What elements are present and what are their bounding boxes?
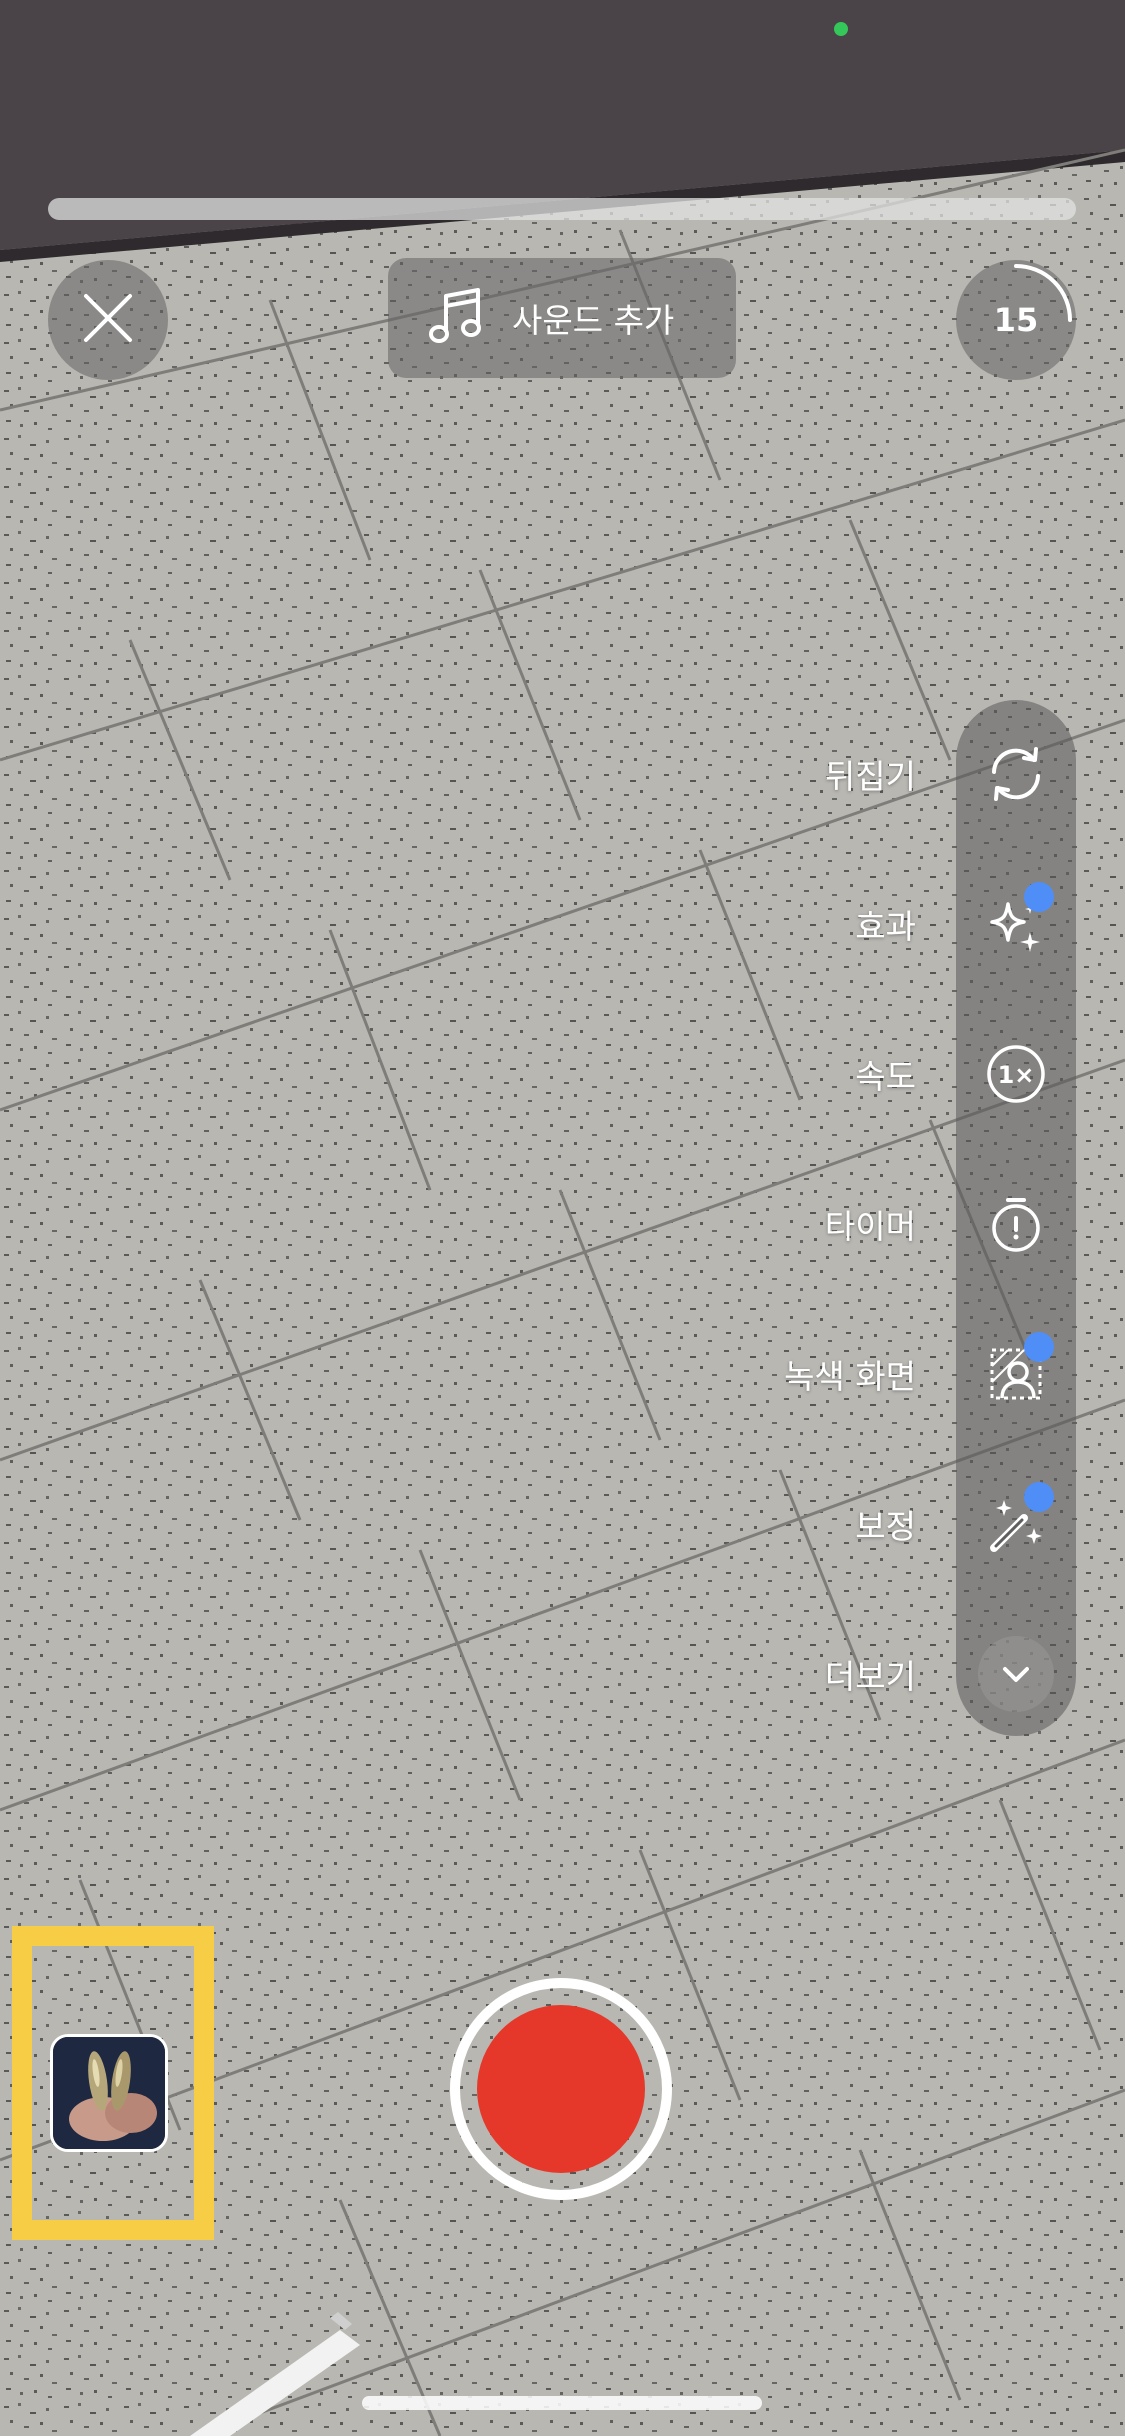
home-indicator[interactable]	[362, 2396, 762, 2410]
camera-screen: 사운드 추가 15 뒤집기 효과 속도 1× 타이머 녹색 화면 보정 더보기	[0, 0, 1125, 2436]
tool-effects-button[interactable]: 효과	[600, 874, 1076, 974]
tool-green-screen-label: 녹색 화면	[784, 1357, 916, 1396]
tool-green-screen-button[interactable]: 녹색 화면	[600, 1324, 1076, 1424]
music-note-icon	[428, 286, 484, 350]
chevron-down-icon	[978, 1636, 1054, 1712]
duration-label: 15	[993, 301, 1039, 339]
tool-more-label: 더보기	[824, 1657, 916, 1696]
tool-flip-button[interactable]: 뒤집기	[600, 724, 1076, 824]
magic-wand-icon	[970, 1478, 1062, 1570]
record-button[interactable]	[450, 1978, 672, 2200]
green-screen-icon	[970, 1328, 1062, 1420]
close-button[interactable]	[48, 260, 168, 380]
camera-in-use-indicator	[834, 22, 848, 36]
timer-icon	[970, 1178, 1062, 1270]
green-screen-new-badge	[1024, 1332, 1054, 1362]
gallery-thumbnail-image	[53, 2037, 165, 2149]
add-sound-label: 사운드 추가	[512, 301, 675, 340]
tool-effects-label: 효과	[855, 907, 916, 946]
tool-timer-button[interactable]: 타이머	[600, 1174, 1076, 1274]
duration-toggle-button[interactable]: 15	[956, 260, 1076, 380]
record-button-inner	[477, 2005, 645, 2173]
tool-flip-label: 뒤집기	[824, 757, 916, 796]
retouch-new-badge	[1024, 1482, 1054, 1512]
tool-timer-label: 타이머	[824, 1207, 916, 1246]
add-sound-button[interactable]: 사운드 추가	[388, 258, 736, 378]
sparkles-icon	[970, 878, 1062, 970]
close-icon	[80, 290, 136, 350]
tool-speed-button[interactable]: 속도 1×	[600, 1024, 1076, 1124]
more-icon-wrapper	[970, 1628, 1062, 1720]
recording-progress-bar	[48, 198, 1076, 220]
tool-retouch-label: 보정	[855, 1507, 916, 1546]
gallery-thumbnail-button[interactable]	[50, 2034, 168, 2152]
speed-1x-icon: 1×	[970, 1028, 1062, 1120]
tool-more-button[interactable]: 더보기	[600, 1624, 1076, 1724]
tool-retouch-button[interactable]: 보정	[600, 1474, 1076, 1574]
tool-speed-label: 속도	[855, 1057, 916, 1096]
flip-camera-icon	[970, 728, 1062, 820]
effects-new-badge	[1024, 882, 1054, 912]
svg-text:1×: 1×	[998, 1061, 1035, 1089]
